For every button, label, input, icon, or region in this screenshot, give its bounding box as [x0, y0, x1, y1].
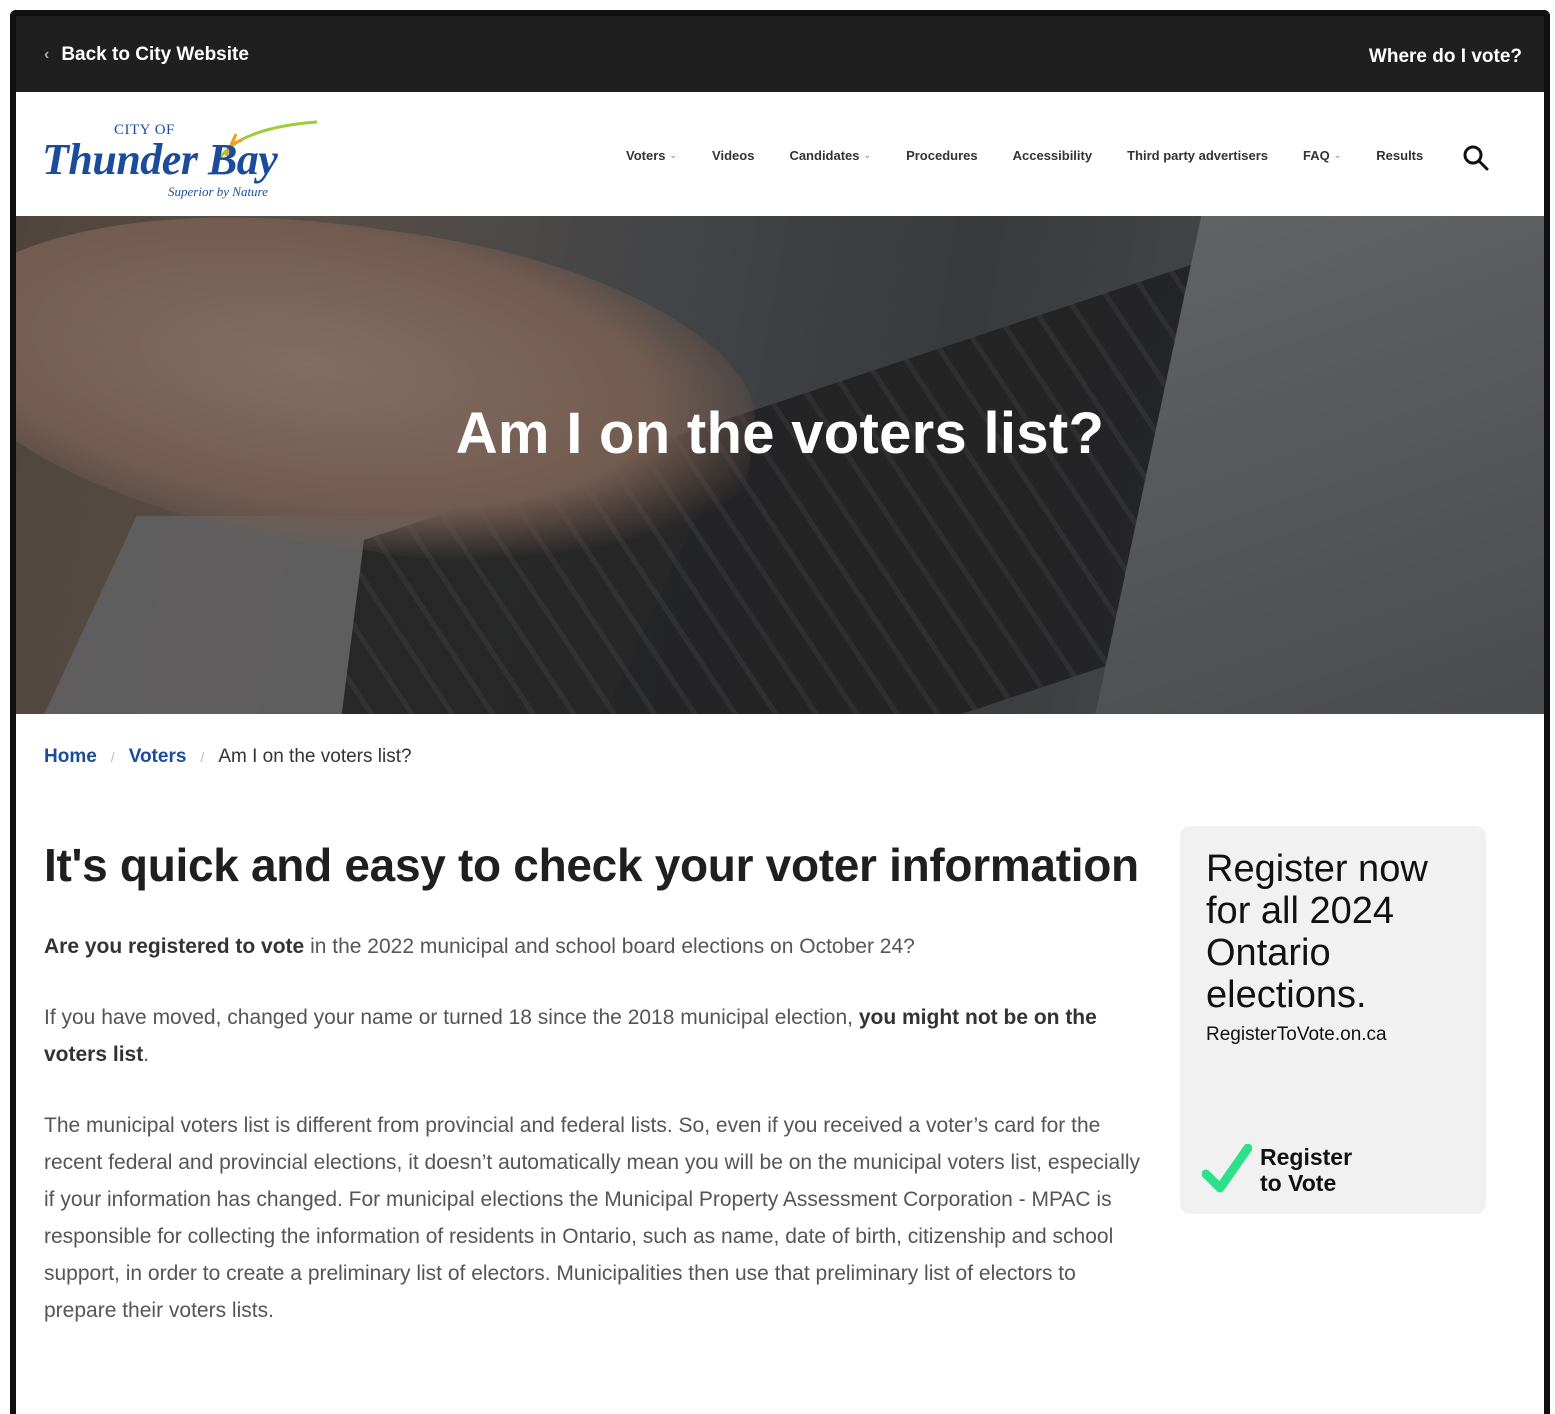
main-nav: Voters ⌄ Videos Candidates ⌄ Procedures … [626, 148, 1423, 163]
breadcrumb-separator: / [200, 749, 205, 765]
hero-banner: Am I on the voters list? [16, 216, 1544, 714]
paragraph-registered: Are you registered to vote in the 2022 m… [44, 928, 1144, 965]
register-to-vote-card[interactable]: Register now for all 2024 Ontario electi… [1180, 826, 1486, 1214]
breadcrumb-current: Am I on the voters list? [218, 746, 412, 767]
nav-item-label: Results [1376, 148, 1424, 163]
nav-item-label: Third party advertisers [1127, 148, 1268, 163]
checkmark-icon [1202, 1144, 1252, 1193]
browser-frame: ‹ Back to City Website Where do I vote? … [10, 10, 1550, 1414]
breadcrumb-home-link[interactable]: Home [44, 746, 97, 768]
site-header: CITY OF Thunder Bay Superior by Nature V… [16, 92, 1544, 216]
nav-item-label: Accessibility [1012, 148, 1093, 163]
paragraph-registered-bold: Are you registered to vote [44, 935, 305, 958]
paragraph-municipal-list: The municipal voters list is different f… [44, 1114, 1141, 1322]
nav-item-procedures[interactable]: Procedures [906, 148, 978, 163]
hero-title: Am I on the voters list? [455, 401, 1105, 466]
nav-item-accessibility[interactable]: Accessibility [1013, 148, 1093, 163]
register-to-vote-logo-text: Register to Vote [1260, 1144, 1352, 1196]
paragraph-moved-end: . [143, 1043, 150, 1066]
nav-item-faq[interactable]: FAQ ⌄ [1303, 148, 1341, 163]
where-do-i-vote-link[interactable]: Where do I vote? [1369, 46, 1522, 68]
breadcrumb: Home / Voters / Am I on the voters list? [44, 746, 412, 768]
nav-item-third-party-advertisers[interactable]: Third party advertisers [1127, 148, 1268, 163]
card-headline: Register now for all 2024 Ontario electi… [1206, 848, 1428, 1016]
chevron-down-icon: ⌄ [669, 150, 678, 160]
paragraph-moved: If you have moved, changed your name or … [44, 999, 1144, 1073]
search-icon [1463, 145, 1489, 171]
back-to-city-label: Back to City Website [61, 44, 249, 65]
nav-item-label: Videos [712, 148, 755, 163]
paragraph-moved-start: If you have moved, changed your name or … [44, 1006, 859, 1029]
logo-tagline: Superior by Nature [168, 184, 268, 199]
nav-item-results[interactable]: Results [1376, 148, 1423, 163]
nav-item-label: Candidates [789, 148, 860, 163]
breadcrumb-voters-link[interactable]: Voters [129, 746, 187, 768]
paragraph-registered-rest: in the 2022 municipal and school board e… [304, 935, 915, 958]
top-utility-bar: ‹ Back to City Website Where do I vote? [16, 16, 1544, 92]
main-content: It's quick and easy to check your voter … [44, 828, 1144, 1329]
card-url: RegisterToVote.on.ca [1206, 1024, 1387, 1045]
nav-item-voters[interactable]: Voters ⌄ [626, 148, 677, 163]
chevron-left-icon: ‹ [44, 46, 50, 63]
thunder-bay-logo[interactable]: CITY OF Thunder Bay Superior by Nature [42, 120, 332, 204]
nav-item-label: Voters [626, 148, 666, 163]
logo-name: Thunder Bay [42, 135, 278, 184]
nav-item-candidates[interactable]: Candidates ⌄ [789, 148, 871, 163]
chevron-down-icon: ⌄ [1333, 150, 1342, 160]
back-to-city-link[interactable]: ‹ Back to City Website [44, 44, 249, 66]
nav-item-videos[interactable]: Videos [712, 148, 754, 163]
search-button[interactable] [1462, 144, 1490, 172]
nav-item-label: FAQ [1303, 148, 1330, 163]
breadcrumb-separator: / [110, 749, 115, 765]
logo-line-to-vote: to Vote [1260, 1170, 1337, 1196]
logo-line-register: Register [1260, 1144, 1353, 1170]
chevron-down-icon: ⌄ [863, 150, 872, 160]
page-heading: It's quick and easy to check your voter … [44, 839, 1139, 891]
nav-item-label: Procedures [906, 148, 978, 163]
